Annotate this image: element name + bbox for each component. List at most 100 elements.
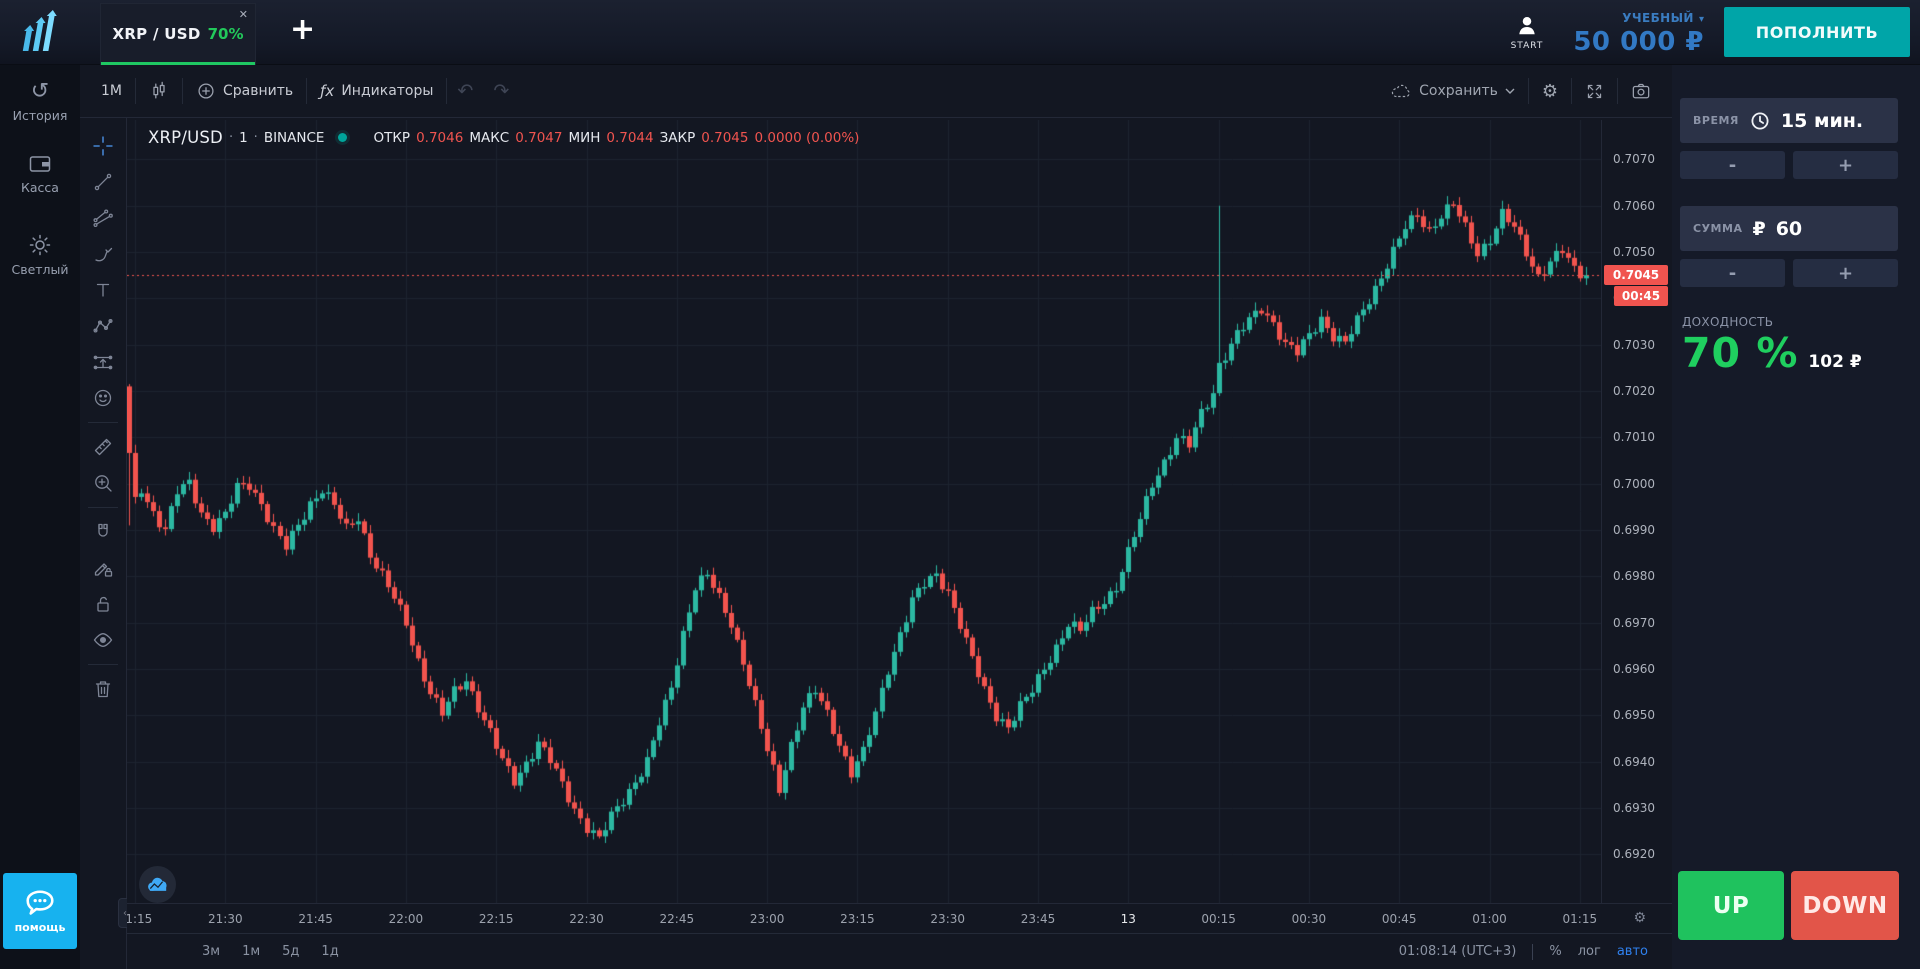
tab-close-icon[interactable]: ✕ [239,9,248,20]
user-icon [1514,13,1540,39]
crosshair-tool[interactable] [86,129,120,163]
amount-input[interactable]: СУММА ₽ 60 [1680,206,1898,251]
account-type-label: УЧЕБНЫЙ [1622,11,1694,25]
add-tab-button[interactable]: + [290,15,315,49]
pattern-tool[interactable] [86,309,120,343]
lock-tool[interactable] [86,587,120,621]
sidebar-item-label: Касса [21,180,59,195]
account-selector[interactable]: УЧЕБНЫЙ ▾ 50 000 ₽ [1573,7,1704,57]
price-tick: 0.6980 [1613,569,1655,583]
trade-panel: ВРЕМЯ 15 мин. - + СУММА ₽ 60 - + ДОХОДНО… [1672,65,1920,969]
clock-utc[interactable]: 01:08:14 (UTC+3) [1399,944,1517,959]
sidebar-item-history[interactable]: ↺ История [0,65,80,137]
market-status-dot [338,133,347,142]
fullscreen-button[interactable] [1572,74,1617,108]
start-tour-button[interactable]: START [1511,13,1544,51]
drawing-lock-tool[interactable] [86,551,120,585]
amount-label: СУММА [1693,222,1742,235]
help-label: помощь [15,921,66,934]
toolbar-separator [88,664,118,665]
time-axis[interactable]: ⚙ 21:1521:3021:4522:0022:1522:3022:4523:… [127,903,1672,933]
time-tick: 21:30 [201,912,249,926]
chart-settings-button[interactable]: ⚙ [1529,74,1571,108]
change-value: 0.0000 (0.00%) [755,130,860,146]
sun-theme-icon [28,233,52,257]
scale-percent-button[interactable]: % [1549,944,1561,959]
time-tick: 22:30 [563,912,611,926]
candlestick-chart[interactable] [127,120,1601,903]
left-sidebar: ↺ История Касса Светлый [0,65,80,969]
drawing-toolbar: ‹ [80,118,127,969]
range-1m-button[interactable]: 1м [242,944,260,959]
down-trade-button[interactable]: DOWN [1791,871,1899,940]
screenshot-button[interactable] [1618,74,1664,108]
forecast-tool[interactable] [86,345,120,379]
gann-fib-tool[interactable] [86,201,120,235]
time-minus-button[interactable]: - [1680,151,1785,179]
range-1d-button[interactable]: 1д [321,944,338,959]
range-3m-button[interactable]: 3м [202,944,220,959]
app-logo[interactable] [0,0,80,65]
emoji-tool[interactable] [86,381,120,415]
logo-arrows-icon [19,9,61,55]
hide-drawings-tool[interactable] [86,623,120,657]
text-tool[interactable] [86,273,120,307]
magnet-tool[interactable] [86,515,120,549]
sidebar-item-theme[interactable]: Светлый [0,209,80,291]
chart-legend: XRP/USD · 1 · BINANCE ОТКР 0.7046 МАКС 0… [148,128,859,147]
sidebar-item-cashier[interactable]: Касса [0,137,80,209]
tab-payout: 70% [208,25,244,43]
scale-auto-button[interactable]: авто [1617,944,1648,959]
time-plus-button[interactable]: + [1793,151,1898,179]
zoom-in-tool[interactable] [86,466,120,500]
help-button[interactable]: помощь [3,873,77,949]
toolbar-separator [88,507,118,508]
price-axis[interactable]: 0.7045 00:45 0.70700.70600.70500.70400.7… [1601,120,1672,903]
payout-row: 70 % 102 ₽ [1682,329,1862,377]
save-layout-button[interactable]: Сохранить [1377,74,1528,108]
amount-plus-button[interactable]: + [1793,259,1898,287]
fx-icon: ƒx [320,82,334,100]
redo-button[interactable]: ↷ [483,80,519,102]
amount-value: 60 [1776,218,1802,240]
chart-style-button[interactable] [136,74,182,108]
time-tick: 23:15 [833,912,881,926]
time-tick: 00:30 [1285,912,1333,926]
deposit-button[interactable]: ПОПОЛНИТЬ [1724,7,1910,57]
indicators-button[interactable]: ƒx Индикаторы [307,74,446,108]
legend-exchange: BINANCE [264,130,325,146]
price-tick: 0.7030 [1613,338,1655,352]
start-label: START [1511,41,1544,51]
chat-bubble-icon [23,888,57,918]
brush-tool[interactable] [86,237,120,271]
payout-label: ДОХОДНОСТЬ [1682,315,1773,329]
account-caret-icon: ▾ [1699,14,1704,25]
range-5d-button[interactable]: 5д [282,944,299,959]
chart-brand-button[interactable] [139,866,176,903]
up-trade-button[interactable]: UP [1678,871,1784,940]
payout-amount-value: 102 ₽ [1808,352,1861,372]
current-price-badge: 0.7045 [1604,265,1668,285]
time-tick: 01:15 [1556,912,1604,926]
ruler-tool[interactable] [86,430,120,464]
compare-button[interactable]: Сравнить [183,74,306,108]
undo-button[interactable]: ↶ [447,80,483,102]
amount-minus-button[interactable]: - [1680,259,1785,287]
price-tick: 0.6960 [1613,662,1655,676]
trend-line-tool[interactable] [86,165,120,199]
tab-xrp-usd[interactable]: XRP / USD 70% ✕ [100,3,256,65]
axis-settings-gear-icon[interactable]: ⚙ [1633,910,1646,926]
interval-button[interactable]: 1М [88,74,135,108]
scale-log-button[interactable]: лог [1578,944,1601,959]
remove-drawings-tool[interactable] [86,672,120,706]
candle-countdown-badge: 00:45 [1614,286,1668,306]
cloud-chart-icon [148,877,168,892]
high-label: МАКС [469,130,509,146]
high-value: 0.7047 [515,130,562,146]
low-label: МИН [568,130,600,146]
tab-symbol: XRP / USD [112,25,200,43]
price-tick: 0.7070 [1613,152,1655,166]
legend-interval: 1 [239,130,248,146]
time-input[interactable]: ВРЕМЯ 15 мин. [1680,98,1898,143]
sidebar-item-label: История [13,108,68,123]
